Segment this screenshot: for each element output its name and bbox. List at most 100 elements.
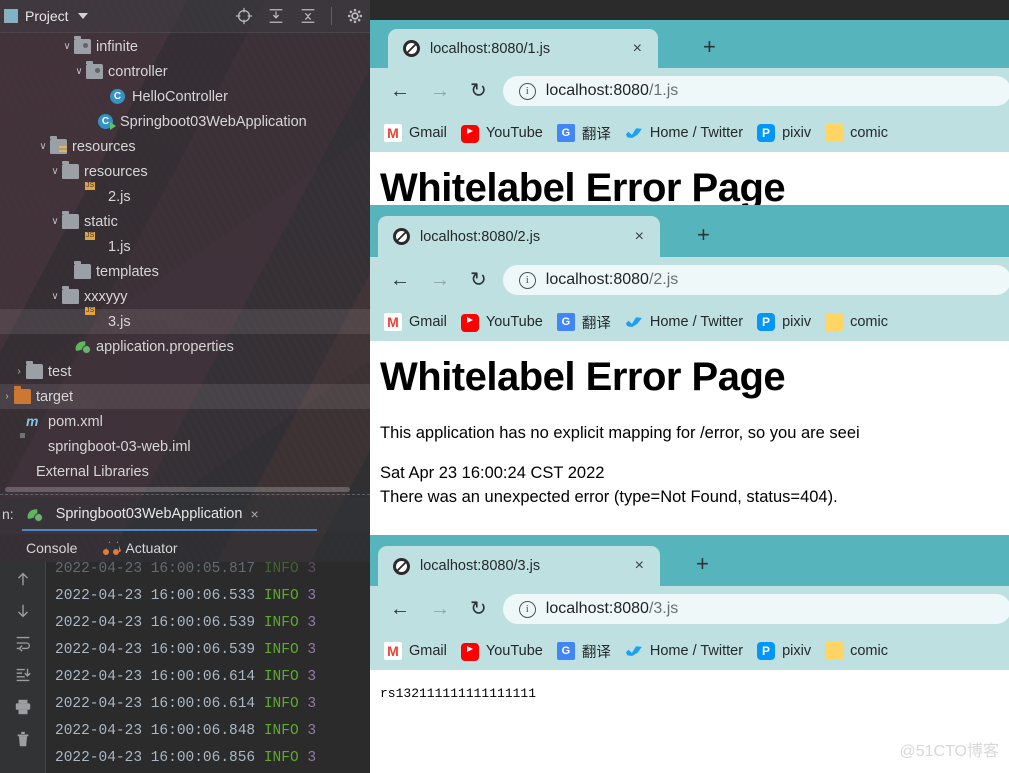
close-tab-icon[interactable]: ×	[635, 228, 644, 245]
tree-item-3-js[interactable]: 3.js	[0, 309, 370, 334]
new-tab-button[interactable]: +	[703, 36, 716, 58]
settings-gear-icon[interactable]	[346, 7, 364, 25]
project-tree[interactable]: ∨ infinite ∨ controller C HelloController C Spr…	[0, 34, 370, 484]
bookmark-comic[interactable]: comic	[825, 642, 888, 660]
console-log-lines[interactable]: 2022-04-23 16:00:05.817 INFO 3 2022-04-23…	[55, 556, 316, 772]
scroll-up-icon[interactable]	[14, 570, 32, 588]
scroll-down-icon[interactable]	[14, 602, 32, 620]
info-circle-icon[interactable]: i	[518, 82, 536, 100]
browser-tab[interactable]: localhost:8080/3.js ×	[378, 546, 660, 586]
back-icon[interactable]: ←	[390, 599, 410, 619]
tree-item-xxxyyy[interactable]: ∨ xxxyyy	[0, 284, 370, 309]
chevron-down-icon[interactable]: ∨	[48, 291, 62, 302]
address-bar[interactable]: i localhost:8080/3.js	[502, 594, 1009, 624]
address-bar[interactable]: i localhost:8080/2.js	[502, 265, 1009, 295]
youtube-icon	[460, 643, 479, 661]
tree-item-2-js[interactable]: 2.js	[0, 184, 370, 209]
info-circle-icon[interactable]: i	[518, 271, 536, 289]
bookmark-label: Gmail	[409, 125, 447, 141]
bookmark-comic[interactable]: comic	[825, 313, 888, 331]
back-icon[interactable]: ←	[390, 81, 410, 101]
chevron-down-icon[interactable]: ∨	[48, 166, 62, 177]
tree-item-external-libraries[interactable]: External Libraries	[0, 459, 370, 484]
tree-item-pom-xml[interactable]: m pom.xml	[0, 409, 370, 434]
package-folder-icon	[86, 61, 103, 79]
back-icon[interactable]: ←	[390, 270, 410, 290]
bookmark-pixiv[interactable]: pixiv	[757, 124, 811, 142]
new-tab-button[interactable]: +	[697, 224, 710, 246]
log-level: INFO	[263, 696, 299, 712]
tree-item-springboot03webapplication[interactable]: C Springboot03WebApplication	[0, 109, 370, 134]
chevron-right-icon[interactable]: ›	[0, 391, 14, 402]
bookmark-comic[interactable]: comic	[825, 124, 888, 142]
bookmark-label: Home / Twitter	[649, 125, 744, 141]
log-time: 16:00:05.817	[150, 561, 256, 577]
close-icon[interactable]: ×	[250, 506, 258, 522]
bookmark-youtube[interactable]: YouTube	[460, 641, 543, 661]
folder-bookmark-icon	[825, 642, 844, 660]
reload-icon[interactable]: ↻	[470, 270, 487, 290]
bookmark-hometwitter[interactable]: Home / Twitter	[625, 313, 743, 331]
bookmark-hometwitter[interactable]: Home / Twitter	[625, 642, 743, 660]
tree-item-static[interactable]: ∨ static	[0, 209, 370, 234]
tree-item-label: infinite	[96, 38, 138, 55]
panel-divider[interactable]	[0, 494, 370, 495]
tree-item-resources[interactable]: ∨ resources	[0, 159, 370, 184]
tree-item-label: pom.xml	[48, 413, 103, 430]
tree-item-templates[interactable]: templates	[0, 259, 370, 284]
collapse-all-icon[interactable]	[299, 7, 317, 25]
bookmark-[interactable]: 翻译	[556, 312, 611, 333]
tree-item-1-js[interactable]: 1.js	[0, 234, 370, 259]
run-config-tab[interactable]: Springboot03WebApplication	[56, 506, 243, 522]
tree-item-springboot-03-web-iml[interactable]: springboot-03-web.iml	[0, 434, 370, 459]
forward-icon: →	[430, 598, 450, 620]
chevron-right-icon[interactable]: ›	[12, 366, 26, 377]
scroll-to-end-icon[interactable]	[14, 666, 32, 684]
bookmark-pixiv[interactable]: pixiv	[757, 642, 811, 660]
reload-icon[interactable]: ↻	[470, 81, 487, 101]
chevron-down-icon[interactable]: ∨	[36, 141, 50, 152]
reload-icon[interactable]: ↻	[470, 599, 487, 619]
url-path: /1.js	[648, 82, 679, 99]
print-icon[interactable]	[14, 698, 32, 716]
chevron-down-icon[interactable]	[77, 13, 88, 19]
bookmark-pixiv[interactable]: pixiv	[757, 313, 811, 331]
chevron-down-icon[interactable]: ∨	[60, 41, 74, 52]
info-circle-icon[interactable]: i	[518, 600, 536, 618]
tree-item-resources[interactable]: ∨ resources	[0, 134, 370, 159]
bookmark-[interactable]: 翻译	[556, 641, 611, 662]
bookmark-[interactable]: 翻译	[556, 123, 611, 144]
log-tail: 3	[307, 642, 317, 658]
close-tab-icon[interactable]: ×	[635, 558, 644, 574]
locate-target-icon[interactable]	[235, 7, 253, 25]
expand-all-icon[interactable]	[267, 7, 285, 25]
browser-tab[interactable]: localhost:8080/2.js ×	[378, 216, 660, 257]
chevron-down-icon[interactable]: ∨	[48, 216, 62, 227]
tree-item-target[interactable]: › target	[0, 384, 370, 409]
page-content-1: Whitelabel Error Page	[370, 152, 1009, 211]
trash-icon[interactable]	[14, 730, 32, 748]
new-tab-button[interactable]: +	[696, 553, 709, 575]
bookmark-gmail[interactable]: Gmail	[384, 642, 447, 660]
tab-console[interactable]: Console	[26, 540, 77, 556]
tree-item-controller[interactable]: ∨ controller	[0, 59, 370, 84]
bookmark-gmail[interactable]: Gmail	[384, 313, 447, 331]
bookmark-youtube[interactable]: YouTube	[460, 312, 543, 332]
tree-item-hellocontroller[interactable]: C HelloController	[0, 84, 370, 109]
tree-item-label: springboot-03-web.iml	[48, 438, 191, 455]
soft-wrap-icon[interactable]	[14, 634, 32, 652]
log-level: INFO	[263, 561, 299, 577]
tab-actuator[interactable]: Actuator	[103, 540, 178, 556]
address-bar[interactable]: i localhost:8080/1.js	[502, 76, 1009, 106]
chevron-down-icon[interactable]: ∨	[72, 66, 86, 77]
browser-tab[interactable]: localhost:8080/1.js ×	[388, 29, 658, 68]
close-tab-icon[interactable]: ×	[633, 40, 642, 57]
bookmark-gmail[interactable]: Gmail	[384, 124, 447, 142]
tree-item-application-properties[interactable]: application.properties	[0, 334, 370, 359]
bookmark-youtube[interactable]: YouTube	[460, 123, 543, 143]
tree-item-infinite[interactable]: ∨ infinite	[0, 34, 370, 59]
log-tail: 3	[307, 750, 317, 766]
bookmark-hometwitter[interactable]: Home / Twitter	[625, 124, 743, 142]
tree-horizontal-scrollbar[interactable]	[5, 487, 350, 492]
tree-item-test[interactable]: › test	[0, 359, 370, 384]
